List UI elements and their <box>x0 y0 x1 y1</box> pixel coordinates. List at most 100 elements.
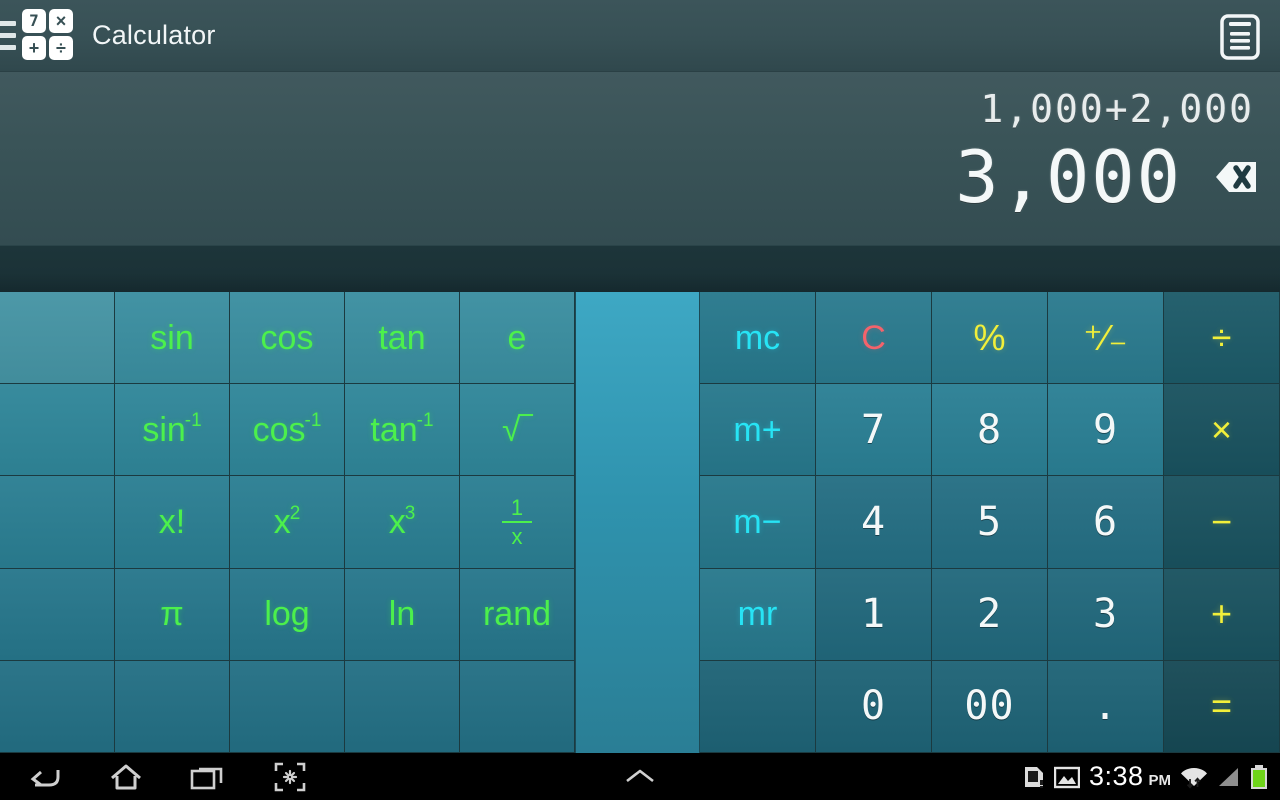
key-label: m+ <box>733 410 782 449</box>
key-label: 0 <box>860 683 887 730</box>
key-cos[interactable]: cos <box>230 292 345 385</box>
key-reciprocal[interactable]: 1x <box>460 476 575 569</box>
status-clock-time: 3:38 <box>1088 761 1144 791</box>
key-plus-minus[interactable]: ⁺⁄₋ <box>1048 292 1164 385</box>
key-label: e <box>507 318 527 357</box>
key-e[interactable]: e <box>460 292 575 385</box>
key-label: 4 <box>860 498 887 545</box>
app-icon-key-label: ÷ <box>56 37 66 58</box>
key-mr[interactable]: mr <box>700 568 816 661</box>
key-plus[interactable]: + <box>1164 568 1280 661</box>
key-1[interactable]: 1 <box>816 568 932 661</box>
key-label: π <box>160 595 184 634</box>
calculator-display[interactable]: 1,000+2,000 3,000 <box>0 72 1280 245</box>
key-00[interactable]: 00 <box>932 660 1048 753</box>
hamburger-line <box>0 33 16 38</box>
panel-divider-handle[interactable] <box>575 292 700 753</box>
key-blank <box>700 660 816 753</box>
key-blank <box>0 384 115 477</box>
app-icon-key-multiply: × <box>49 8 73 33</box>
key-m+[interactable]: m+ <box>700 384 816 477</box>
app-icon-key-divide: ÷ <box>49 35 73 60</box>
key-divide[interactable]: ÷ <box>1164 292 1280 385</box>
clipboard-history-icon[interactable] <box>1216 9 1264 63</box>
key-multiply[interactable]: × <box>1164 384 1280 477</box>
key-label: C <box>861 318 886 357</box>
app-icon-key-label: 7 <box>29 10 39 30</box>
key-label: sin <box>150 318 194 357</box>
hamburger-line <box>0 45 16 50</box>
key-rand[interactable]: rand <box>460 568 575 661</box>
key-label-superscript: -1 <box>184 410 202 432</box>
key-tan[interactable]: tan-1 <box>345 384 460 477</box>
hamburger-menu-icon[interactable] <box>0 21 16 50</box>
sd-card-warning-icon <box>1023 765 1045 789</box>
key-6[interactable]: 6 <box>1048 476 1164 569</box>
key-label: 2 <box>976 591 1003 638</box>
key-x[interactable]: x2 <box>230 476 345 569</box>
key-label: 5 <box>976 498 1003 545</box>
key-label: 1x <box>502 496 532 548</box>
key-clear[interactable]: C <box>816 292 932 385</box>
key-label: tan-1 <box>370 410 434 449</box>
expression-text: 1,000+2,000 <box>980 87 1254 131</box>
key-m[interactable]: m− <box>700 476 816 569</box>
key-label: 3 <box>1092 591 1119 638</box>
key-7[interactable]: 7 <box>816 384 932 477</box>
key-label: x3 <box>388 502 416 541</box>
app-icon-key-plus: + <box>22 35 46 60</box>
key-percent[interactable]: % <box>932 292 1048 385</box>
cellular-signal-icon <box>1217 765 1241 789</box>
hamburger-line <box>0 21 16 26</box>
app-icon-key-label: × <box>55 10 67 31</box>
chevron-up-icon <box>626 769 654 782</box>
key-equals[interactable]: = <box>1164 660 1280 753</box>
result-value: 3,000 <box>955 135 1182 219</box>
key-5[interactable]: 5 <box>932 476 1048 569</box>
key-label: 8 <box>976 406 1003 453</box>
key-label: . <box>1092 683 1119 730</box>
key-3[interactable]: 3 <box>1048 568 1164 661</box>
key-label: m− <box>733 502 782 541</box>
wifi-data-icon <box>1180 764 1208 790</box>
key-blank <box>230 660 345 753</box>
key-label: 9 <box>1092 406 1119 453</box>
key-blank <box>115 660 230 753</box>
calculator-app-icon: 7 × + ÷ <box>22 8 76 63</box>
status-clock-ampm: PM <box>1148 772 1172 789</box>
image-saved-icon <box>1053 765 1080 789</box>
key-label: cos-1 <box>252 410 322 449</box>
key-pi[interactable]: π <box>115 568 230 661</box>
key-factorial[interactable]: x! <box>115 476 230 569</box>
key-label: x2 <box>273 502 301 541</box>
key-label: ⁺⁄₋ <box>1083 316 1128 358</box>
key-sin[interactable]: sin-1 <box>115 384 230 477</box>
battery-full-icon <box>1250 764 1268 790</box>
key-tan[interactable]: tan <box>345 292 460 385</box>
key-label: − <box>1210 500 1233 542</box>
key-ln[interactable]: ln <box>345 568 460 661</box>
key-cos[interactable]: cos-1 <box>230 384 345 477</box>
key-blank <box>0 660 115 753</box>
keypad-area: sin cos tan e sin-1 cos-1 tan-1 √‾ x! x2 x3 1 x π log l… <box>0 292 1280 753</box>
key-0[interactable]: 0 <box>816 660 932 753</box>
key-2[interactable]: 2 <box>932 568 1048 661</box>
key-minus[interactable]: − <box>1164 476 1280 569</box>
key-label: ÷ <box>1211 316 1232 358</box>
key-label: cos <box>260 318 314 357</box>
key-4[interactable]: 4 <box>816 476 932 569</box>
result-row: 3,000 <box>955 138 1258 216</box>
key-label: 6 <box>1092 498 1119 545</box>
key-blank <box>0 568 115 661</box>
key-decimal-point[interactable]: . <box>1048 660 1164 753</box>
key-mc[interactable]: mc <box>700 292 816 385</box>
key-sin[interactable]: sin <box>115 292 230 385</box>
display-keypad-separator <box>0 245 1280 292</box>
key-9[interactable]: 9 <box>1048 384 1164 477</box>
key-8[interactable]: 8 <box>932 384 1048 477</box>
key-x[interactable]: x3 <box>345 476 460 569</box>
key-square-root[interactable]: √‾ <box>460 384 575 477</box>
backspace-delete-icon[interactable] <box>1196 154 1258 200</box>
key-blank <box>345 660 460 753</box>
key-log[interactable]: log <box>230 568 345 661</box>
